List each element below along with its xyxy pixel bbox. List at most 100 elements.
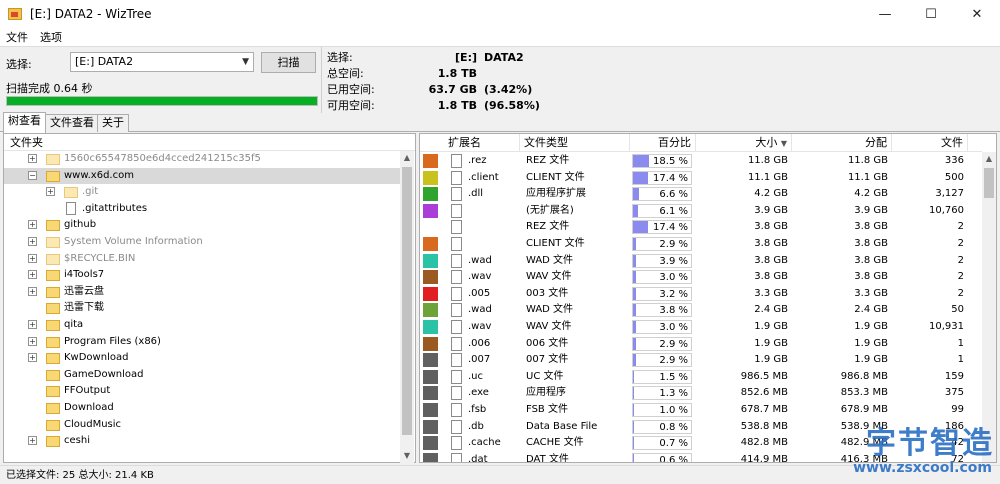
list-row[interactable]: .rez REZ 文件 18.5 % 11.8 GB 11.8 GB 336: [420, 153, 982, 170]
expand-icon[interactable]: +: [46, 187, 55, 197]
list-row[interactable]: .client CLIENT 文件 17.4 % 11.1 GB 11.1 GB 500: [420, 170, 982, 187]
column-percent[interactable]: 百分比: [630, 134, 696, 152]
list-row[interactable]: .wad WAD 文件 3.9 % 3.8 GB 3.8 GB 2: [420, 253, 982, 270]
list-row[interactable]: .005 003 文件 3.2 % 3.3 GB 3.3 GB 2: [420, 286, 982, 303]
tree-scrollbar[interactable]: ▲ ▼: [400, 151, 414, 463]
list-row[interactable]: .fsb FSB 文件 1.0 % 678.7 MB 678.9 MB 99: [420, 402, 982, 419]
percent-bar-fill: [633, 271, 636, 284]
menu-file[interactable]: 文件: [0, 29, 34, 45]
list-header: 扩展名 文件类型 百分比 大小 ▼ 分配 文件: [420, 134, 982, 152]
tree-row[interactable]: GameDownload: [4, 367, 400, 383]
info-used: 已用空间: 63.7 GB (3.42%): [327, 82, 627, 98]
tree-row[interactable]: CloudMusic: [4, 417, 400, 433]
tree-row[interactable]: − www.x6d.com: [4, 167, 400, 184]
scan-button[interactable]: 扫描: [261, 52, 316, 73]
column-size[interactable]: 大小 ▼: [696, 134, 792, 152]
list-scroll-thumb[interactable]: [984, 168, 994, 198]
close-button[interactable]: ✕: [954, 0, 1000, 28]
list-row[interactable]: .007 007 文件 2.9 % 1.9 GB 1.9 GB 1: [420, 352, 982, 369]
list-row[interactable]: .cache CACHE 文件 0.7 % 482.8 MB 482.9 MB 42: [420, 435, 982, 452]
percent-bar-fill: [633, 354, 636, 367]
scroll-up-icon[interactable]: ▲: [982, 152, 996, 166]
expand-icon[interactable]: +: [28, 270, 37, 280]
list-scrollbar[interactable]: ▲: [982, 152, 996, 462]
cell-file-count: 72: [951, 453, 964, 463]
column-file-type[interactable]: 文件类型: [520, 134, 630, 152]
tree-row[interactable]: Download: [4, 400, 400, 416]
tree-row[interactable]: + ceshi: [4, 433, 400, 449]
list-row[interactable]: .exe 应用程序 1.3 % 852.6 MB 853.3 MB 375: [420, 385, 982, 402]
cell-file-count: 2: [957, 287, 964, 299]
cell-extension: .dll: [468, 188, 484, 200]
info-used-extra: (3.42%): [484, 83, 533, 96]
expand-icon[interactable]: +: [28, 320, 37, 329]
tab-about[interactable]: 关于: [97, 114, 129, 132]
cell-extension: .wad: [468, 304, 492, 316]
folder-icon: [46, 170, 60, 182]
expand-icon[interactable]: +: [28, 336, 37, 346]
color-swatch: [423, 419, 438, 434]
tab-file-view[interactable]: 文件查看: [45, 114, 99, 132]
list-row[interactable]: .dat DAT 文件 0.6 % 414.9 MB 416.3 MB 72: [420, 452, 982, 463]
column-allocated[interactable]: 分配: [792, 134, 892, 152]
tab-tree-view[interactable]: 树查看: [3, 112, 46, 133]
scroll-down-icon[interactable]: ▼: [400, 449, 414, 463]
expand-icon[interactable]: +: [28, 237, 37, 246]
tree-row[interactable]: + qita: [4, 317, 400, 333]
list-row[interactable]: CLIENT 文件 2.9 % 3.8 GB 3.8 GB 2: [420, 236, 982, 253]
list-row[interactable]: .wav WAV 文件 3.0 % 1.9 GB 1.9 GB 10,931: [420, 319, 982, 336]
info-used-value: 63.7 GB: [428, 83, 477, 96]
list-row[interactable]: .dll 应用程序扩展 6.6 % 4.2 GB 4.2 GB 3,127: [420, 186, 982, 203]
folder-icon: [46, 253, 60, 265]
tree-item-label: ceshi: [64, 435, 90, 447]
tree-row[interactable]: +1560c65547850e6d4cced241215c35f5: [4, 151, 400, 167]
tree-row[interactable]: + Program Files (x86): [4, 334, 400, 350]
tree-row[interactable]: + .git: [4, 184, 400, 200]
expand-icon[interactable]: +: [28, 436, 37, 446]
tree-row[interactable]: .gitattributes: [4, 201, 400, 217]
list-row[interactable]: .db Data Base File 0.8 % 538.8 MB 538.9 MB 18…: [420, 419, 982, 436]
tree-row[interactable]: + 迅雷云盘: [4, 284, 400, 300]
expand-icon[interactable]: +: [28, 154, 37, 163]
list-row[interactable]: .wad WAD 文件 3.8 % 2.4 GB 2.4 GB 50: [420, 302, 982, 319]
expand-icon[interactable]: +: [28, 220, 37, 230]
percent-bar: 1.3 %: [632, 386, 692, 401]
column-extension[interactable]: 扩展名: [420, 134, 520, 152]
list-row[interactable]: .006 006 文件 2.9 % 1.9 GB 1.9 GB 1: [420, 336, 982, 353]
drive-select[interactable]: [E:] DATA2 ▼: [70, 52, 254, 72]
tree-item-label: System Volume Information: [64, 236, 203, 247]
sort-descending-icon: ▼: [780, 139, 787, 148]
status-bar: 已选择文件: 25 总大小: 21.4 KB: [0, 465, 1000, 484]
tree-scroll-thumb[interactable]: [402, 167, 412, 435]
cell-percent: 3.0 %: [659, 322, 688, 333]
expand-icon[interactable]: +: [28, 353, 37, 363]
tree-row[interactable]: + i4Tools7: [4, 267, 400, 283]
percent-bar: 3.2 %: [632, 286, 692, 301]
tree-row[interactable]: + System Volume Information: [4, 234, 400, 250]
scroll-up-icon[interactable]: ▲: [400, 151, 414, 165]
percent-bar-fill: [633, 238, 636, 250]
collapse-icon[interactable]: −: [28, 170, 37, 180]
percent-bar: 2.9 %: [632, 353, 692, 368]
maximize-button[interactable]: ☐: [908, 0, 954, 28]
file-type-icon: [451, 303, 462, 318]
cell-size: 678.7 MB: [740, 404, 788, 415]
expand-icon[interactable]: +: [28, 253, 37, 263]
list-row[interactable]: (无扩展名) 6.1 % 3.9 GB 3.9 GB 10,760: [420, 203, 982, 220]
file-type-icon: [451, 403, 462, 417]
column-file-count[interactable]: 文件: [892, 134, 968, 152]
cell-size: 986.5 MB: [740, 370, 788, 382]
tree-row[interactable]: FFOutput: [4, 383, 400, 399]
minimize-button[interactable]: —: [862, 0, 908, 28]
tree-row[interactable]: + KwDownload: [4, 350, 400, 366]
menu-options[interactable]: 选项: [34, 29, 68, 45]
expand-icon[interactable]: +: [28, 286, 37, 296]
tree-row[interactable]: 迅雷下载: [4, 300, 400, 316]
percent-bar: 3.0 %: [632, 320, 692, 334]
cell-file-count: 2: [957, 271, 964, 283]
list-row[interactable]: .wav WAV 文件 3.0 % 3.8 GB 3.8 GB 2: [420, 269, 982, 286]
list-row[interactable]: .uc UC 文件 1.5 % 986.5 MB 986.8 MB 159: [420, 369, 982, 386]
tree-row[interactable]: + github: [4, 217, 400, 233]
tree-row[interactable]: + $RECYCLE.BIN: [4, 251, 400, 267]
list-row[interactable]: REZ 文件 17.4 % 3.8 GB 3.8 GB 2: [420, 219, 982, 236]
